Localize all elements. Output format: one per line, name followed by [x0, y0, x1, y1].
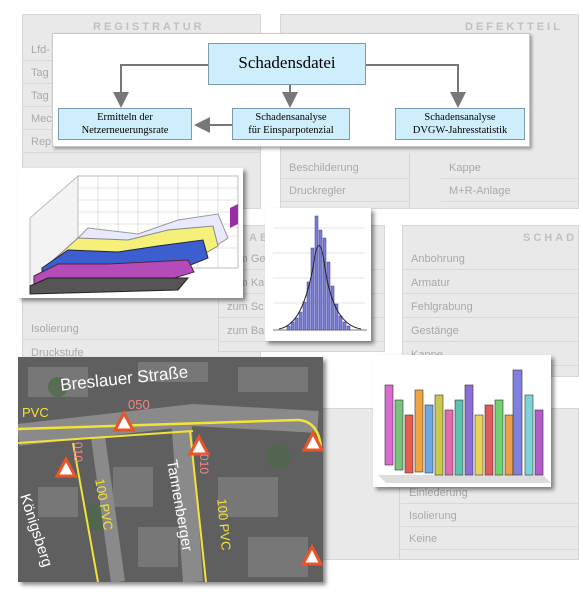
pipe-label: 010 — [71, 441, 86, 463]
defektteil-row-right: M+R-Anlage — [441, 180, 578, 202]
jahresstatistik-line1: Schadensanalyse — [424, 112, 496, 123]
bar-chart-thumbnail — [373, 355, 551, 487]
bottom-row: Keine — [401, 528, 578, 550]
defektteil-row-left: Beschilderung — [281, 157, 409, 179]
map-image: Breslauer Straße PVC 050 010 100 PVC 010… — [18, 357, 323, 582]
pipe-label: 010 — [197, 453, 212, 475]
registratur-title: REGISTRATUR — [93, 21, 205, 33]
einsparpotenzial-line2: für Einsparpotenzial — [248, 125, 334, 136]
arrow-left — [113, 64, 208, 108]
jahresstatistik-box: Schadensanalyse DVGW-Jahresstatistik — [395, 108, 525, 140]
einsparpotenzial-line1: Schadensanalyse — [255, 112, 327, 123]
einsparpotenzial-box: Schadensanalyse für Einsparpotenzial — [232, 108, 350, 140]
netzerneuerung-box: Ermitteln der Netzerneuerungsrate — [58, 108, 192, 140]
arrow-right — [364, 64, 466, 108]
defektteil-row-left: Druckregler — [281, 180, 409, 202]
flow-diagram: Schadensdatei Ermitteln der Netzerneueru… — [52, 33, 530, 147]
schad-row: Gestänge — [403, 320, 578, 342]
defektteil-title: DEFEKTTEIL — [465, 21, 563, 33]
jahresstatistik-line2: DVGW-Jahresstatistik — [412, 125, 508, 136]
area-chart-thumbnail — [18, 168, 243, 298]
schadensdatei-box: Schadensdatei — [208, 43, 366, 85]
pipe-label: PVC — [22, 405, 49, 420]
schad-row: Anbohrung — [403, 248, 578, 270]
pipe-label: 050 — [128, 397, 150, 412]
area-chart-graphic — [29, 174, 239, 295]
bar-chart-graphic — [378, 369, 551, 483]
bottom-row: Isolierung — [401, 505, 578, 527]
composite-image: REGISTRATUR Lfd- Tag Tag Mec Rep DEFEKTT… — [0, 0, 583, 592]
schad-row: Armatur — [403, 272, 578, 294]
histogram-graphic — [273, 215, 367, 331]
netzerneuerung-line2: Netzerneuerungsrate — [81, 125, 169, 136]
netzerneuerung-line1: Ermitteln der — [97, 112, 153, 123]
schad-title: SCHAD — [523, 232, 578, 244]
histogram-thumbnail — [265, 208, 371, 341]
defektteil-row-right: Kappe — [441, 157, 578, 179]
schad-row: Fehlgrabung — [403, 296, 578, 318]
